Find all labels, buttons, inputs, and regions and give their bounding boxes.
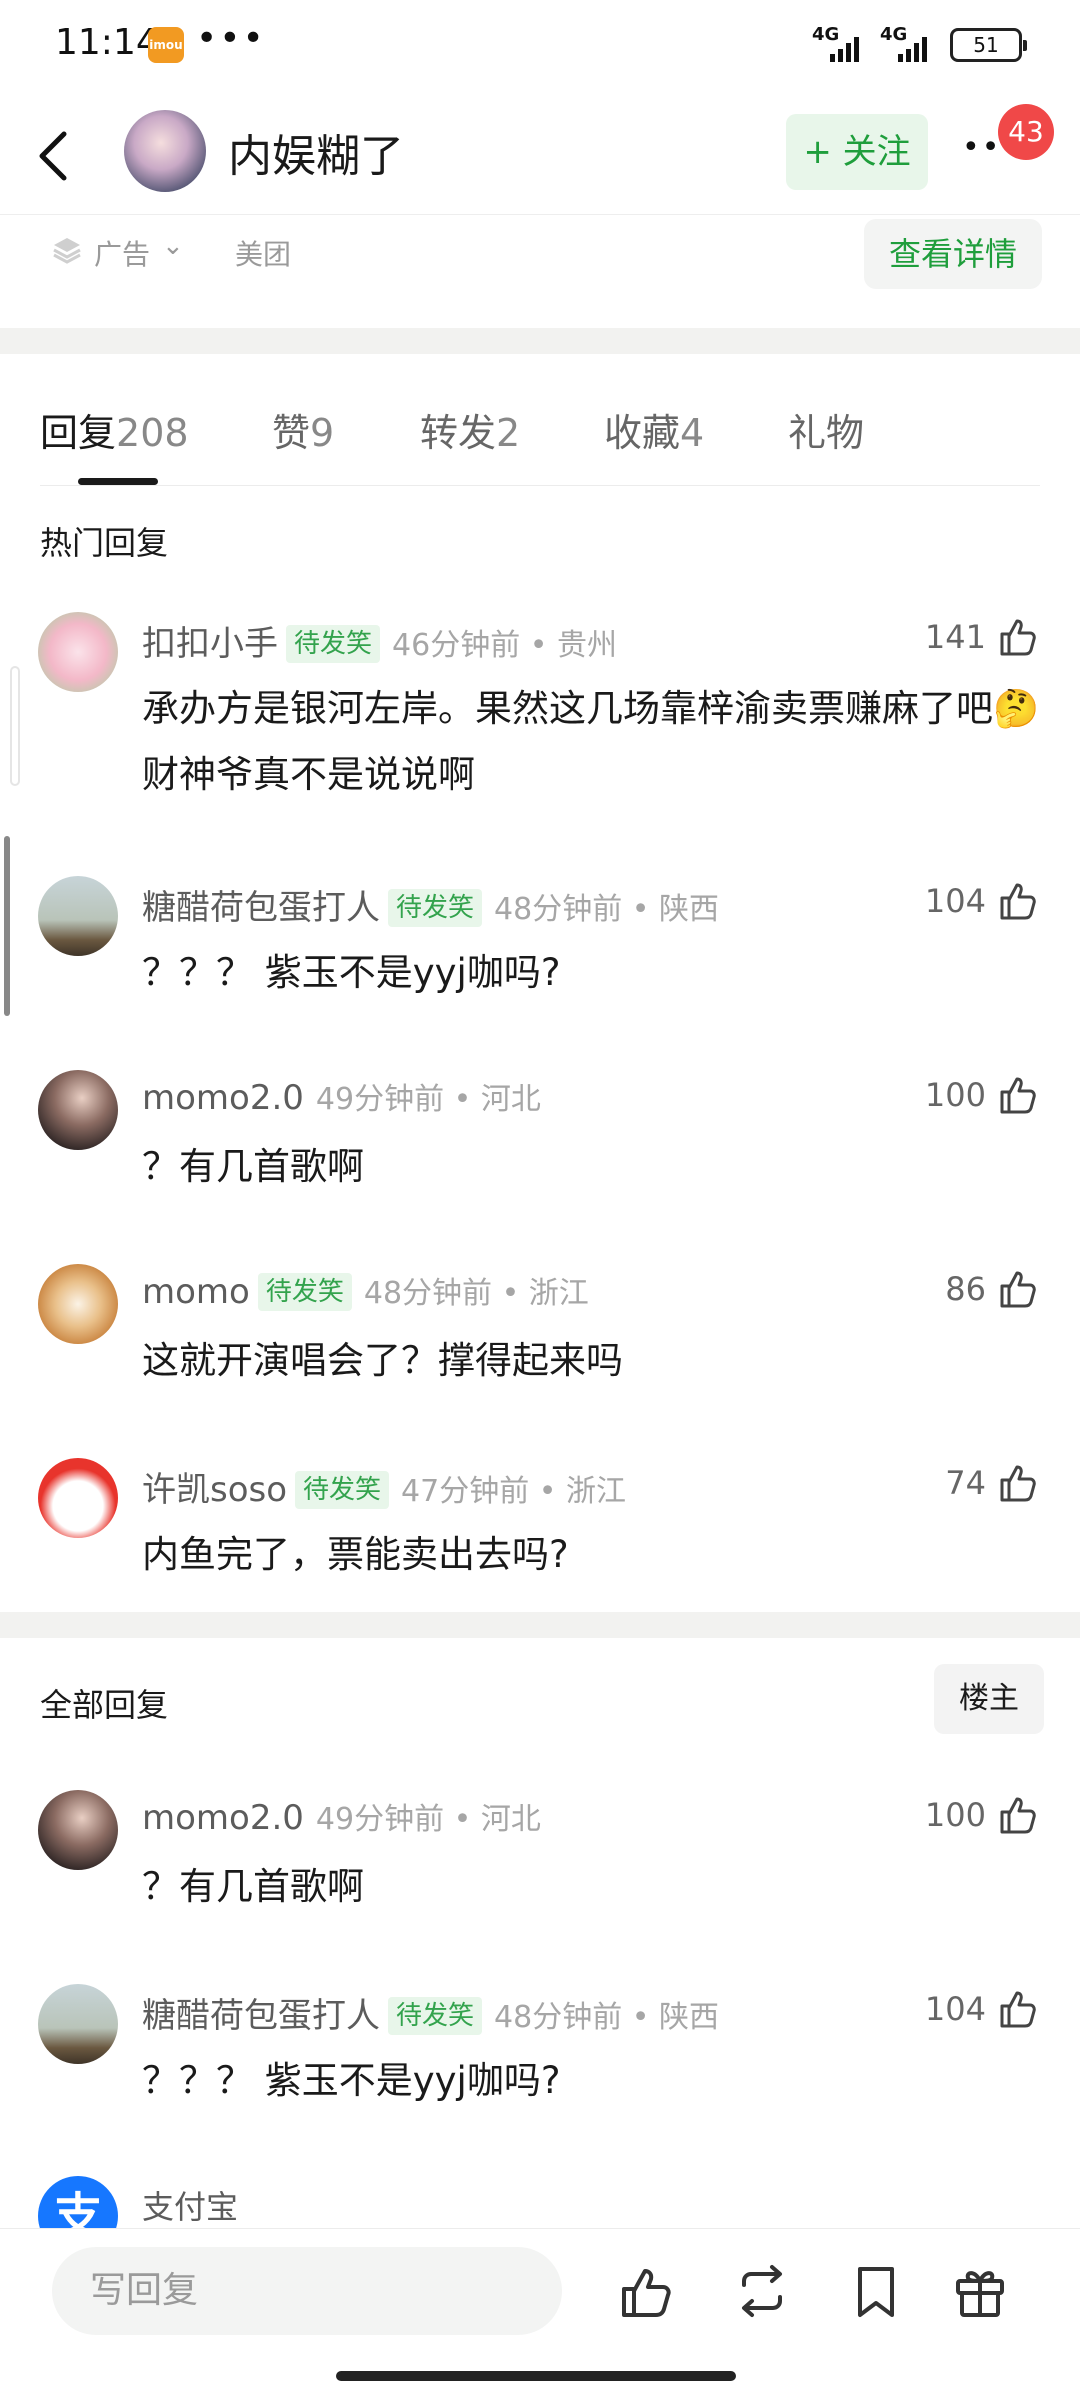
status-tag: 待发笑 bbox=[295, 1471, 390, 1509]
post-header: 内娱糊了 + 关注 •• 43 bbox=[0, 100, 1080, 215]
like-count: 104 bbox=[924, 1990, 986, 2028]
gift-icon[interactable] bbox=[950, 2261, 1010, 2321]
thumbs-up-icon[interactable] bbox=[996, 1460, 1040, 1504]
commenter-name[interactable]: 糖醋荷包蛋打人 bbox=[142, 1996, 380, 2036]
ad-row: 广告 ⌄ 美团 查看详情 bbox=[0, 215, 1080, 325]
thumbs-up-icon[interactable] bbox=[996, 878, 1040, 922]
tab-likes[interactable]: 赞9 bbox=[272, 402, 334, 457]
tab-label: 赞 bbox=[272, 411, 311, 455]
page-title[interactable]: 内娱糊了 bbox=[228, 120, 404, 184]
layers-icon bbox=[53, 238, 81, 264]
thumbs-up-icon[interactable] bbox=[996, 1072, 1040, 1116]
ad-brand: 美团 bbox=[235, 238, 292, 271]
tab-count: 2 bbox=[496, 411, 521, 455]
like-count: 86 bbox=[945, 1270, 986, 1308]
section-divider bbox=[0, 1612, 1080, 1638]
comment-meta: 46分钟前 • 贵州 bbox=[392, 628, 617, 663]
imou-app-icon: imou bbox=[148, 27, 184, 63]
like-count: 100 bbox=[924, 1796, 986, 1834]
status-tag: 待发笑 bbox=[388, 889, 483, 927]
thumbs-up-icon[interactable] bbox=[996, 1792, 1040, 1836]
comment-meta: 49分钟前 • 河北 bbox=[315, 1802, 541, 1837]
comment-text: 承办方是银河左岸。果然这几场靠梓渝卖票赚麻了吧🤔 财神爷真不是说说啊 bbox=[142, 687, 1040, 796]
author-avatar[interactable] bbox=[124, 110, 206, 192]
comment-text: 内鱼完了，票能卖出去吗? bbox=[142, 1533, 569, 1576]
commenter-name[interactable]: 许凯soso bbox=[142, 1470, 287, 1510]
tab-label: 收藏 bbox=[604, 411, 681, 455]
comment-meta: 48分钟前 • 浙江 bbox=[363, 1276, 589, 1311]
comment-text: 这就开演唱会了？撑得起来吗 bbox=[142, 1339, 623, 1382]
follow-button[interactable]: + 关注 bbox=[786, 114, 928, 190]
commenter-avatar[interactable] bbox=[38, 1984, 118, 2064]
commenter-avatar[interactable] bbox=[38, 1070, 118, 1150]
like-count: 104 bbox=[924, 882, 986, 920]
commenter-name[interactable]: momo2.0 bbox=[142, 1798, 304, 1838]
tab-gifts[interactable]: 礼物 bbox=[788, 402, 864, 457]
status-time: 11:14 bbox=[55, 22, 159, 63]
status-bar: 11:14 imou ••• 4G 4G 51 bbox=[0, 0, 1080, 95]
more-button[interactable]: •• bbox=[962, 130, 1001, 165]
like-count: 74 bbox=[945, 1464, 986, 1502]
commenter-avatar[interactable] bbox=[38, 876, 118, 956]
bookmark-icon[interactable] bbox=[846, 2261, 906, 2321]
comment-text: ？有几首歌啊 bbox=[142, 1145, 364, 1188]
commenter-avatar[interactable] bbox=[38, 1264, 118, 1344]
ad-label[interactable]: 广告 bbox=[94, 233, 150, 273]
thumbs-up-icon[interactable] bbox=[996, 1266, 1040, 1310]
battery-icon: 51 bbox=[950, 28, 1027, 62]
comment-text: ？？？ 紫玉不是yyj咖吗? bbox=[142, 951, 561, 994]
repost-icon[interactable] bbox=[732, 2261, 792, 2321]
scrollbar-thumb[interactable] bbox=[4, 836, 10, 1016]
all-replies-title: 全部回复 bbox=[40, 1686, 169, 1724]
comment-meta: 47分钟前 • 浙江 bbox=[401, 1474, 626, 1509]
tabs-divider bbox=[40, 485, 1040, 486]
back-button[interactable] bbox=[30, 122, 80, 188]
section-divider bbox=[0, 328, 1080, 354]
commenter-avatar[interactable] bbox=[38, 612, 118, 692]
like-count: 141 bbox=[924, 618, 986, 656]
commenter-avatar[interactable] bbox=[38, 1458, 118, 1538]
commenter-name[interactable]: momo2.0 bbox=[142, 1078, 304, 1118]
tab-favorites[interactable]: 收藏4 bbox=[604, 402, 704, 457]
status-tag: 待发笑 bbox=[257, 1273, 352, 1311]
tab-count: 4 bbox=[680, 411, 705, 455]
status-more-dots: ••• bbox=[196, 18, 266, 59]
commenter-name[interactable]: momo bbox=[142, 1272, 250, 1312]
comment-text: ？？？ 紫玉不是yyj咖吗? bbox=[142, 2059, 561, 2102]
comment-meta: 48分钟前 • 陕西 bbox=[494, 892, 719, 927]
tab-label: 回复 bbox=[40, 411, 117, 455]
reply-input[interactable]: 写回复 bbox=[52, 2247, 562, 2335]
like-icon[interactable] bbox=[616, 2261, 676, 2321]
thumbs-up-icon[interactable] bbox=[996, 614, 1040, 658]
commenter-avatar[interactable] bbox=[38, 1790, 118, 1870]
hot-replies-title: 热门回复 bbox=[40, 524, 169, 562]
commenter-name[interactable]: 糖醋荷包蛋打人 bbox=[142, 888, 380, 928]
commenter-name[interactable]: 支付宝 bbox=[142, 2182, 238, 2228]
scroll-track bbox=[10, 666, 20, 786]
like-count: 100 bbox=[924, 1076, 986, 1114]
status-tag: 待发笑 bbox=[286, 625, 381, 663]
comment-text: ？有几首歌啊 bbox=[142, 1865, 364, 1908]
chevron-down-icon[interactable]: ⌄ bbox=[162, 231, 184, 261]
comment-meta: 49分钟前 • 河北 bbox=[315, 1082, 541, 1117]
tab-label: 转发 bbox=[420, 411, 497, 455]
thumbs-up-icon[interactable] bbox=[996, 1986, 1040, 2030]
owner-only-button[interactable]: 楼主 bbox=[934, 1664, 1044, 1734]
tab-count: 9 bbox=[310, 411, 335, 455]
reaction-tabs: 回复208 赞9 转发2 收藏4 礼物 bbox=[0, 380, 1080, 485]
bottom-action-bar: 写回复 bbox=[0, 2228, 1080, 2400]
tab-count: 208 bbox=[116, 411, 189, 455]
status-tag: 待发笑 bbox=[388, 1997, 483, 2035]
comment-meta: 48分钟前 • 陕西 bbox=[494, 2000, 719, 2035]
notification-badge: 43 bbox=[998, 104, 1054, 160]
active-tab-indicator bbox=[78, 478, 158, 485]
tab-label: 礼物 bbox=[788, 411, 865, 455]
view-detail-button[interactable]: 查看详情 bbox=[864, 219, 1042, 289]
chevron-left-icon bbox=[39, 131, 67, 181]
commenter-name[interactable]: 扣扣小手 bbox=[142, 624, 278, 664]
tab-reposts[interactable]: 转发2 bbox=[420, 402, 520, 457]
tab-replies[interactable]: 回复208 bbox=[40, 402, 189, 457]
home-indicator[interactable] bbox=[336, 2371, 736, 2381]
